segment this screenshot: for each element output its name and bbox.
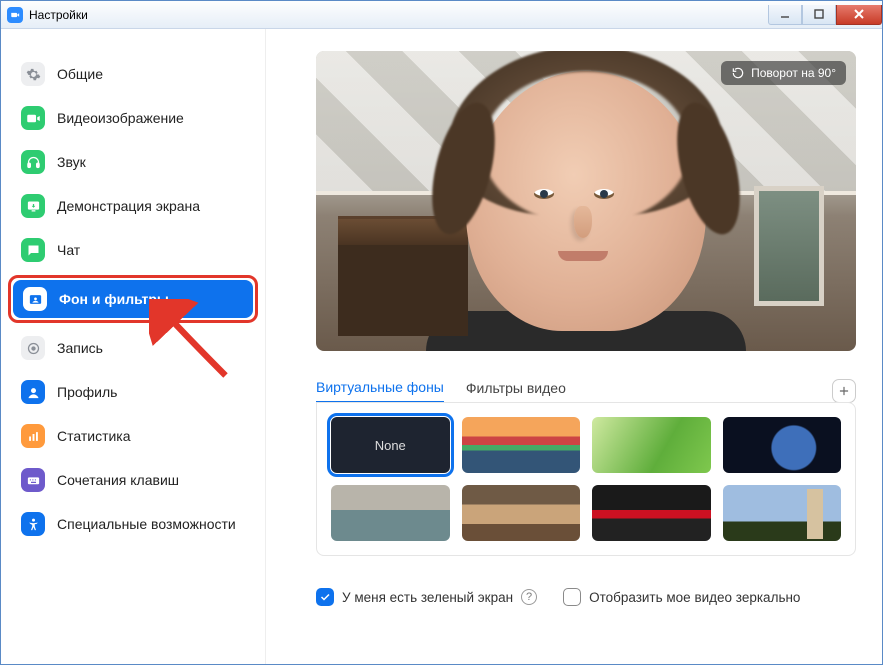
profile-icon [21,380,45,404]
title-bar[interactable]: Настройки [1,1,882,29]
sidebar-item-label: Чат [57,242,80,259]
background-icon [23,287,47,311]
sidebar-item-label: Сочетания клавиш [57,472,179,489]
sidebar-item-video[interactable]: Видеоизображение [11,99,255,137]
checkbox-off-icon [563,588,581,606]
settings-sidebar: Общие Видеоизображение Звук Демонстрация… [1,29,266,664]
bg-thumb-bridge[interactable] [462,417,581,473]
tab-video-filters[interactable]: Фильтры видео [466,380,566,402]
main-panel: Поворот на 90° Виртуальные фоны Фильтры … [266,29,882,664]
rotate-label: Поворот на 90° [751,66,836,80]
sidebar-item-label: Фон и фильтры [59,291,169,308]
help-icon[interactable]: ? [521,589,537,605]
settings-window: Настройки Общие [0,0,883,665]
headphones-icon [21,150,45,174]
screen-share-icon [21,194,45,218]
record-icon [21,336,45,360]
minimize-button[interactable] [768,5,802,25]
sidebar-item-profile[interactable]: Профиль [11,373,255,411]
zoom-app-icon [7,7,23,23]
accessibility-icon [21,512,45,536]
tab-virtual-backgrounds[interactable]: Виртуальные фоны [316,379,444,403]
sidebar-item-label: Статистика [57,428,131,445]
sidebar-item-label: Профиль [57,384,117,401]
sidebar-item-label: Звук [57,154,86,171]
rotate-90-button[interactable]: Поворот на 90° [721,61,846,85]
sidebar-item-label: Демонстрация экрана [57,198,200,215]
gear-icon [21,62,45,86]
window-title: Настройки [29,8,88,22]
sidebar-item-recording[interactable]: Запись [11,329,255,367]
green-screen-checkbox[interactable]: У меня есть зеленый экран ? [316,588,537,606]
bg-tabs: Виртуальные фоны Фильтры видео [316,379,856,403]
sidebar-item-label: Видеоизображение [57,110,184,127]
mirror-label: Отобразить мое видео зеркально [589,590,800,605]
green-screen-label: У меня есть зеленый экран [342,590,513,605]
checkbox-on-icon [316,588,334,606]
chat-icon [21,238,45,262]
mirror-checkbox[interactable]: Отобразить мое видео зеркально [563,588,800,606]
sidebar-item-label: Запись [57,340,103,357]
maximize-button[interactable] [802,5,836,25]
sidebar-item-audio[interactable]: Звук [11,143,255,181]
close-button[interactable] [836,5,882,25]
bg-thumb-earth[interactable] [723,417,842,473]
sidebar-item-statistics[interactable]: Статистика [11,417,255,455]
stats-icon [21,424,45,448]
bg-thumb-grass[interactable] [592,417,711,473]
sidebar-item-general[interactable]: Общие [11,55,255,93]
video-icon [21,106,45,130]
sidebar-item-chat[interactable]: Чат [11,231,255,269]
keyboard-icon [21,468,45,492]
sidebar-item-screen-share[interactable]: Демонстрация экрана [11,187,255,225]
sidebar-item-background-filters[interactable]: Фон и фильтры [13,280,253,318]
bg-thumb-loft[interactable] [462,485,581,541]
background-grid: None [316,402,856,556]
sidebar-item-label: Общие [57,66,103,83]
video-preview[interactable]: Поворот на 90° [316,51,856,351]
bg-thumb-lake[interactable] [331,485,450,541]
bg-thumb-none[interactable]: None [331,417,450,473]
callout-highlight: Фон и фильтры [8,275,258,323]
sidebar-item-shortcuts[interactable]: Сочетания клавиш [11,461,255,499]
add-background-button[interactable] [832,379,856,403]
bg-thumb-tower[interactable] [723,485,842,541]
bottom-options: У меня есть зеленый экран ? Отобразить м… [316,588,856,606]
bg-thumb-arena[interactable] [592,485,711,541]
sidebar-item-label: Специальные возможности [57,516,236,533]
sidebar-item-accessibility[interactable]: Специальные возможности [11,505,255,543]
